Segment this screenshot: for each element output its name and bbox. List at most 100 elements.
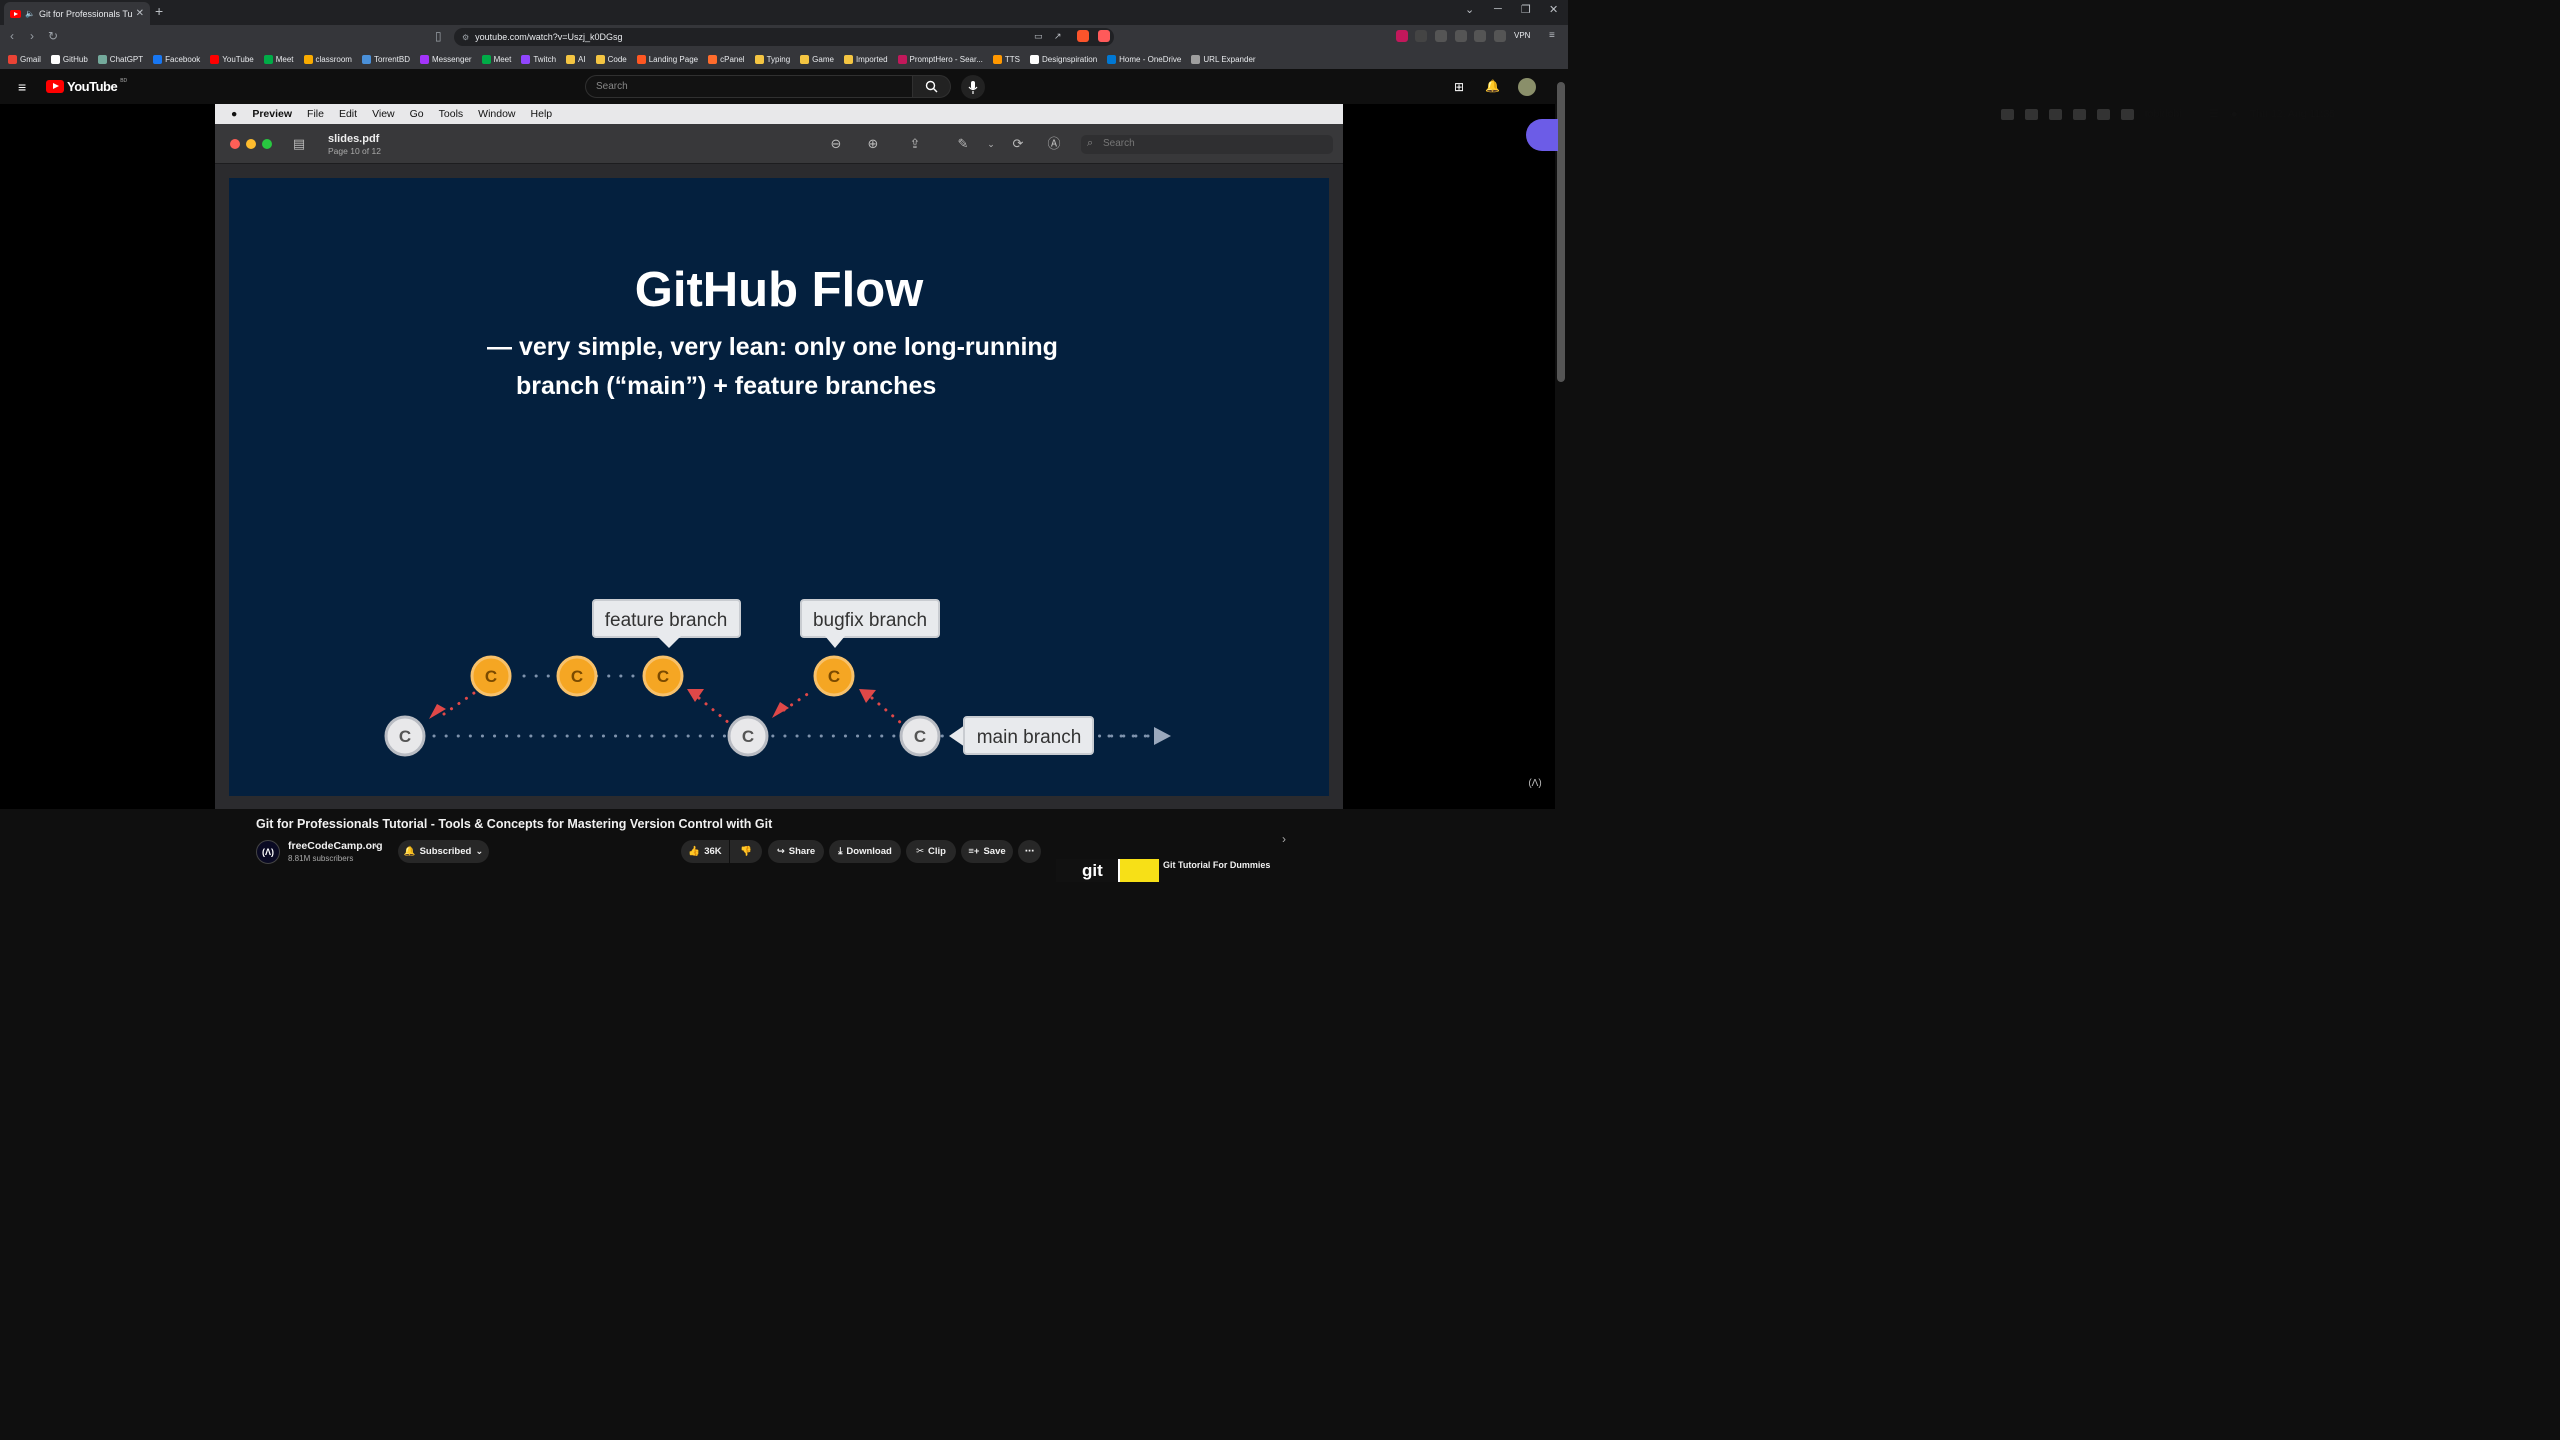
- youtube-search-button[interactable]: [912, 75, 951, 98]
- chevron-down-icon[interactable]: ⌄: [983, 136, 999, 152]
- youtube-search-input[interactable]: Search: [585, 75, 913, 98]
- clip-button[interactable]: ✂ Clip: [906, 840, 956, 863]
- mac-menu-item[interactable]: File: [307, 108, 324, 120]
- bookmark-item[interactable]: TTS: [992, 54, 1020, 64]
- bookmark-item[interactable]: classroom: [303, 54, 352, 64]
- create-video-icon[interactable]: ⊞: [1454, 80, 1464, 94]
- recommended-video-thumbnail[interactable]: git: [1056, 859, 1159, 882]
- preview-search-input[interactable]: Search: [1081, 135, 1333, 154]
- browser-tab-active[interactable]: 🔈 Git for Professionals Tutorial ✕: [4, 2, 150, 25]
- youtube-logo[interactable]: YouTube BD: [46, 78, 127, 94]
- channel-watermark-icon[interactable]: (Λ): [1521, 778, 1549, 800]
- subscribed-button[interactable]: 🔔 Subscribed ⌄: [398, 840, 489, 863]
- bookmark-item[interactable]: YouTube: [210, 54, 254, 64]
- bookmark-item[interactable]: Typing: [754, 54, 790, 64]
- share-icon[interactable]: ↗: [1054, 31, 1062, 42]
- close-window-button[interactable]: [230, 139, 240, 149]
- bookmark-item[interactable]: URL Expander: [1191, 54, 1256, 64]
- extension-icon[interactable]: [1435, 30, 1447, 42]
- mac-menu-item[interactable]: Window: [478, 108, 515, 120]
- extension-icon[interactable]: [1415, 30, 1427, 42]
- markup-pen-icon[interactable]: ✎: [955, 136, 971, 152]
- new-tab-button[interactable]: +: [155, 3, 163, 19]
- mac-menu-item[interactable]: Go: [410, 108, 424, 120]
- chevron-right-icon[interactable]: ›: [1282, 832, 1286, 846]
- audio-playing-icon[interactable]: 🔈: [25, 9, 35, 18]
- voice-search-button[interactable]: [961, 75, 985, 99]
- site-info-icon[interactable]: ⚙: [462, 33, 469, 42]
- assistant-side-button[interactable]: [1526, 119, 1558, 151]
- tab-search-icon[interactable]: ⌄: [1465, 3, 1474, 16]
- like-button[interactable]: 👍 36K: [681, 840, 729, 863]
- bookmark-favicon-icon: [897, 54, 907, 64]
- document-name: slides.pdf: [328, 133, 380, 145]
- annotate-icon[interactable]: Ⓐ: [1046, 136, 1062, 152]
- bookmark-item[interactable]: Code: [595, 54, 627, 64]
- vpn-button[interactable]: VPN: [1514, 31, 1530, 40]
- more-actions-button[interactable]: ⋯: [1018, 840, 1041, 863]
- save-button[interactable]: ≡+ Save: [961, 840, 1013, 863]
- bookmark-item[interactable]: Facebook: [153, 54, 200, 64]
- recommended-video-title[interactable]: Git Tutorial For Dummies: [1163, 860, 1270, 870]
- brave-shield-icon[interactable]: [1077, 30, 1089, 42]
- bookmark-item[interactable]: Messenger: [419, 54, 472, 64]
- rotate-icon[interactable]: ⟳: [1010, 136, 1026, 152]
- bookmark-item[interactable]: Designspiration: [1030, 54, 1097, 64]
- share-icon[interactable]: ⇪: [907, 136, 923, 152]
- bookmark-favicon-icon: [595, 54, 605, 64]
- bookmark-item[interactable]: Twitch: [521, 54, 556, 64]
- sidebar-icon[interactable]: [1474, 30, 1486, 42]
- reload-icon[interactable]: ↻: [48, 29, 58, 43]
- mac-menu-item[interactable]: Tools: [439, 108, 464, 120]
- bookmark-page-icon[interactable]: ▯: [435, 29, 442, 43]
- bookmark-item[interactable]: Meet: [263, 54, 294, 64]
- bookmark-item[interactable]: Landing Page: [636, 54, 698, 64]
- arrow-head: [859, 689, 876, 703]
- bookmark-item[interactable]: Imported: [843, 54, 888, 64]
- extension-icon[interactable]: [1396, 30, 1408, 42]
- mac-menu-item[interactable]: Help: [531, 108, 553, 120]
- forward-icon[interactable]: ›: [30, 29, 34, 43]
- bookmark-item[interactable]: PromptHero - Sear...: [897, 54, 983, 64]
- media-icon[interactable]: [1455, 30, 1467, 42]
- minimize-window-icon[interactable]: ─: [1494, 3, 1502, 15]
- channel-name[interactable]: freeCodeCamp.org: [288, 840, 383, 852]
- close-window-icon[interactable]: ✕: [1549, 3, 1558, 16]
- sidebar-toggle-icon[interactable]: ▤: [291, 136, 307, 152]
- bookmark-item[interactable]: Home - OneDrive: [1107, 54, 1181, 64]
- commit-main-1: C: [384, 715, 426, 757]
- zoom-out-icon[interactable]: ⊖: [828, 136, 844, 152]
- download-button[interactable]: ⤓ Download: [829, 840, 901, 863]
- bookmark-item[interactable]: Gmail: [8, 54, 41, 64]
- mac-menu-item[interactable]: Preview: [252, 108, 292, 120]
- bookmark-item[interactable]: Game: [800, 54, 834, 64]
- scrollbar-thumb[interactable]: [1557, 82, 1565, 382]
- commit-main-3: C: [899, 715, 941, 757]
- bookmark-item[interactable]: GitHub: [50, 54, 88, 64]
- minimize-window-button[interactable]: [246, 139, 256, 149]
- bookmark-item[interactable]: cPanel: [708, 54, 745, 64]
- back-icon[interactable]: ‹: [10, 29, 14, 43]
- user-avatar[interactable]: [1518, 78, 1536, 96]
- cast-icon[interactable]: ▭: [1034, 31, 1043, 42]
- dislike-button[interactable]: 👎: [730, 840, 762, 863]
- restore-window-icon[interactable]: ❐: [1521, 3, 1531, 16]
- zoom-in-icon[interactable]: ⊕: [865, 136, 881, 152]
- bookmark-favicon-icon: [800, 54, 810, 64]
- bookmark-item[interactable]: AI: [566, 54, 586, 64]
- hamburger-menu-icon[interactable]: ≡: [18, 79, 26, 95]
- zoom-window-button[interactable]: [262, 139, 272, 149]
- bookmark-item[interactable]: TorrentBD: [361, 54, 410, 64]
- share-button[interactable]: ↪ Share: [768, 840, 824, 863]
- channel-avatar[interactable]: (Λ): [256, 840, 280, 864]
- mac-menu-item[interactable]: View: [372, 108, 395, 120]
- menu-icon[interactable]: ≡: [1549, 30, 1555, 41]
- mac-menu-item[interactable]: Edit: [339, 108, 357, 120]
- wallet-icon[interactable]: [1494, 30, 1506, 42]
- address-bar[interactable]: ⚙ youtube.com/watch?v=Uszj_k0DGsg: [454, 28, 1114, 46]
- notifications-bell-icon[interactable]: 🔔: [1485, 79, 1500, 93]
- close-tab-icon[interactable]: ✕: [136, 8, 144, 19]
- brave-rewards-icon[interactable]: [1098, 30, 1110, 42]
- bookmark-item[interactable]: ChatGPT: [97, 54, 143, 64]
- bookmark-item[interactable]: Meet: [481, 54, 511, 64]
